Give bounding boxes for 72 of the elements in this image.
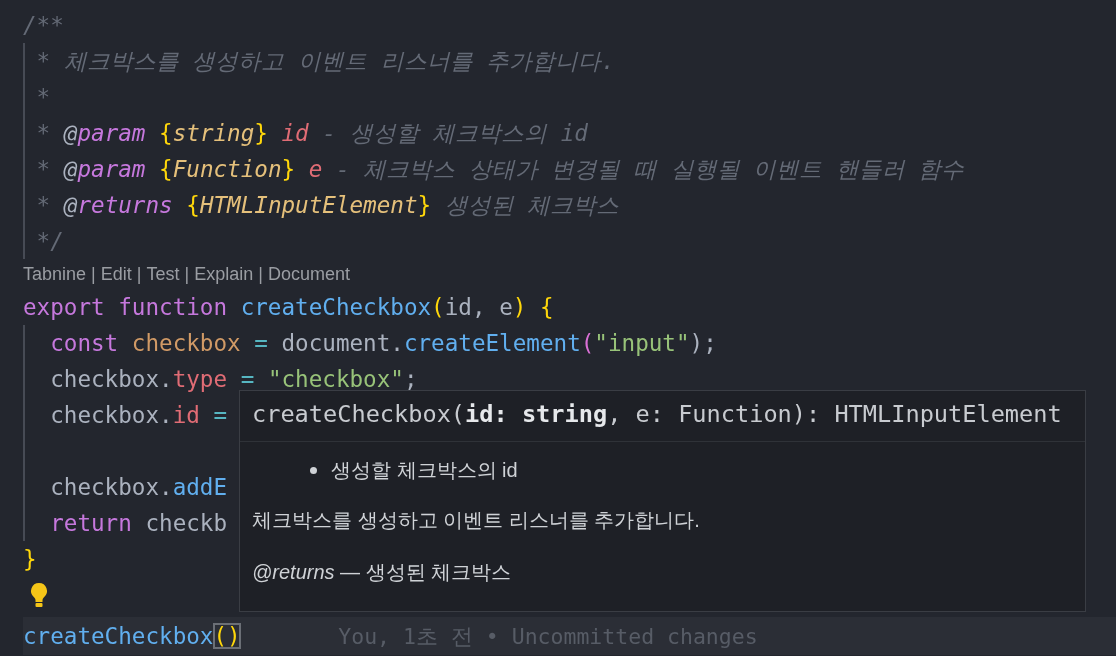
code-bracket: { — [158, 156, 173, 182]
code-token: @ — [62, 156, 78, 182]
code-bracket: { — [538, 294, 554, 320]
code-text: checkbox. — [49, 474, 173, 500]
separator: | — [258, 263, 263, 286]
bullet-icon — [310, 466, 317, 474]
code-operator: = — [253, 330, 269, 356]
doc-tag: param — [77, 120, 146, 146]
code-comment: * — [35, 192, 51, 218]
code-comment: * — [35, 84, 51, 110]
code-text: checkbox. — [49, 366, 173, 392]
codelens-link[interactable]: Document — [267, 259, 350, 289]
string-literal: "input" — [594, 330, 690, 356]
property-name: id — [172, 402, 200, 428]
codelens-link[interactable]: Tabnine — [23, 259, 87, 289]
codelens-link[interactable]: Test — [146, 259, 180, 289]
doc-tag: returns — [77, 192, 173, 218]
code-keyword: return — [49, 510, 132, 536]
code-text: checkb — [144, 510, 228, 536]
code-bracket: } — [417, 192, 432, 218]
code-text: ); — [689, 330, 717, 356]
code-comment: * — [35, 120, 51, 146]
code-bracket: { — [185, 192, 200, 218]
string-literal: "checkbox" — [267, 366, 404, 392]
code-text: document. — [281, 330, 404, 356]
function-signature: createCheckbox(id: string, e: Function): HTMLInputElement — [240, 391, 1085, 442]
code-comment: 생성된 체크박스 — [443, 192, 620, 218]
lightbulb-icon[interactable] — [29, 582, 49, 608]
matched-bracket: () — [213, 623, 241, 649]
variable-name: checkbox — [130, 330, 241, 356]
code-operator: = — [239, 366, 256, 392]
param-name: e — [307, 156, 323, 182]
code-text: checkbox. — [49, 402, 173, 428]
doc-type: Function — [172, 156, 282, 182]
doc-tag: param — [77, 156, 146, 182]
code-comment: */ — [35, 228, 64, 254]
separator: | — [136, 263, 142, 286]
code-keyword: export — [23, 294, 105, 320]
separator: | — [91, 263, 96, 286]
code-bracket: ) — [512, 294, 527, 320]
code-token: @ — [62, 120, 78, 146]
function-name: createCheckbox — [23, 623, 214, 649]
code-comment: - 생성할 체크박스의 id — [321, 120, 588, 146]
function-name: createCheckbox — [239, 294, 432, 320]
code-comment: * — [35, 156, 51, 182]
code-text: ; — [403, 366, 418, 392]
param-name: id — [280, 120, 309, 146]
property-name: type — [172, 366, 228, 392]
code-keyword: const — [49, 330, 119, 356]
code-comment: - 체크박스 상태가 변경될 때 실행될 이벤트 핸들러 함수 — [334, 156, 965, 182]
codelens-link[interactable]: Explain — [194, 259, 254, 289]
function-name: createElement — [403, 330, 581, 356]
code-bracket: } — [281, 156, 296, 182]
code-bracket: } — [23, 546, 37, 572]
returns-description: @returns — 생성된 체크박스 — [252, 560, 513, 585]
code-comment: /** — [23, 12, 64, 38]
code-bracket: } — [254, 120, 268, 146]
code-bracket: ( — [431, 294, 445, 320]
code-bracket: { — [158, 120, 173, 146]
code-bracket: ( — [580, 330, 595, 356]
code-operator: = — [212, 402, 228, 428]
separator: | — [184, 263, 190, 286]
code-text: id, e — [444, 294, 513, 320]
doc-type: string — [172, 120, 255, 146]
code-token: @ — [62, 192, 78, 218]
code-comment: * 체크박스를 생성하고 이벤트 리스너를 추가합니다. — [35, 48, 615, 74]
codelens-link[interactable]: Edit — [100, 259, 132, 289]
code-keyword: function — [117, 294, 228, 320]
function-name: addE — [172, 474, 228, 500]
param-description: 생성할 체크박스의 id — [331, 457, 518, 483]
doc-type: HTMLInputElement — [199, 192, 418, 218]
function-description: 체크박스를 생성하고 이벤트 리스너를 추가합니다. — [252, 508, 701, 533]
